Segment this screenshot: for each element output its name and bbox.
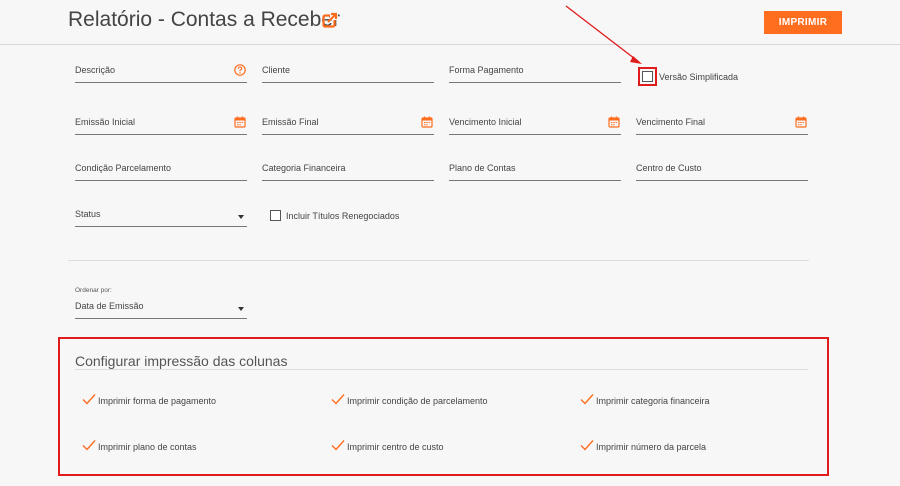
ordenar-select[interactable]: Data de Emissão [75,298,247,319]
emissao-inicial-label: Emissão Inicial [75,117,136,127]
plano-contas-label: Plano de Contas [449,163,516,173]
descricao-label: Descrição [75,65,116,75]
status-select[interactable]: Status [75,206,247,227]
condicao-parcelamento-field[interactable]: Condição Parcelamento [75,160,247,181]
check-icon [331,394,345,405]
descricao-field[interactable]: Descrição [75,62,247,83]
cliente-label: Cliente [262,65,291,75]
option-label: Imprimir forma de pagamento [98,396,217,406]
option-label: Imprimir centro de custo [347,442,444,452]
caret-down-icon [238,307,244,311]
calendar-icon[interactable] [608,116,620,128]
forma-pagamento-field[interactable]: Forma Pagamento [449,62,621,83]
section-divider [68,260,809,261]
vencimento-inicial-label: Vencimento Inicial [449,117,522,127]
cliente-field[interactable]: Cliente [262,62,434,83]
check-icon [331,440,345,451]
check-icon [82,394,96,405]
status-label: Status [75,209,101,219]
calendar-icon[interactable] [234,116,246,128]
versao-simplificada-checkbox[interactable] [642,71,653,82]
categoria-financeira-label: Categoria Financeira [262,163,346,173]
centro-custo-label: Centro de Custo [636,163,702,173]
condicao-parcelamento-label: Condição Parcelamento [75,163,172,173]
option-label: Imprimir categoria financeira [596,396,710,406]
config-title: Configurar impressão das colunas [75,353,288,369]
option-label: Imprimir número da parcela [596,442,707,452]
vencimento-inicial-field[interactable]: Vencimento Inicial [449,114,621,135]
page-header: Relatório - Contas a Receber IMPRIMIR [0,0,900,45]
option-label: Imprimir condição de parcelamento [347,396,488,406]
check-icon [580,394,594,405]
calendar-icon[interactable] [421,116,433,128]
emissao-final-field[interactable]: Emissão Final [262,114,434,135]
plano-contas-field[interactable]: Plano de Contas [449,160,621,181]
help-circle-icon[interactable] [234,64,246,76]
print-button[interactable]: IMPRIMIR [764,11,842,34]
vencimento-final-field[interactable]: Vencimento Final [636,114,808,135]
incluir-renegociados-label: Incluir Títulos Renegociados [286,211,400,221]
centro-custo-field[interactable]: Centro de Custo [636,160,808,181]
versao-simplificada-label: Versão Simplificada [659,72,739,82]
ordenar-label: Ordenar por: [75,287,112,294]
check-icon [580,440,594,451]
config-divider [75,369,808,370]
external-link-icon[interactable] [322,12,338,28]
check-icon [82,440,96,451]
option-label: Imprimir plano de contas [98,442,197,452]
incluir-renegociados-checkbox[interactable] [270,210,281,221]
emissao-inicial-field[interactable]: Emissão Inicial [75,114,247,135]
forma-pagamento-label: Forma Pagamento [449,65,524,75]
page-title: Relatório - Contas a Receber [68,8,340,31]
emissao-final-label: Emissão Final [262,117,319,127]
calendar-icon[interactable] [795,116,807,128]
categoria-financeira-field[interactable]: Categoria Financeira [262,160,434,181]
caret-down-icon [238,215,244,219]
vencimento-final-label: Vencimento Final [636,117,706,127]
ordenar-value: Data de Emissão [75,301,144,311]
